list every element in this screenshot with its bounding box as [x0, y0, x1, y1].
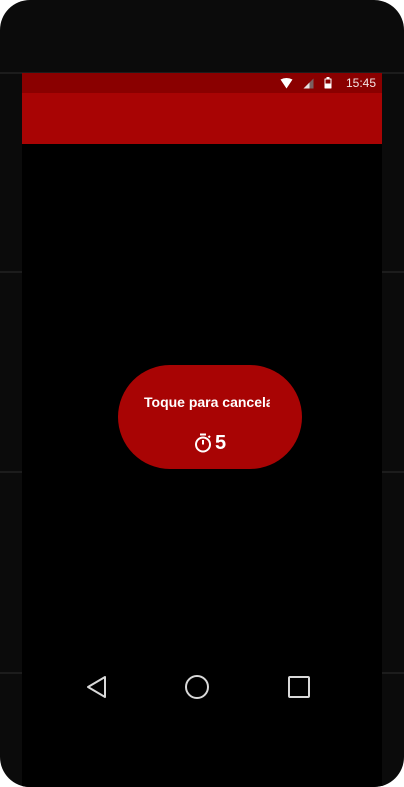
app-toolbar	[22, 93, 382, 144]
device-frame: 15:45 Toque para cancelar 5	[0, 0, 404, 787]
cell-signal-icon	[303, 78, 314, 89]
cancel-label: Toque para cancelar	[144, 394, 270, 410]
back-icon	[86, 675, 108, 699]
navigation-bar	[22, 659, 382, 715]
countdown-timer: 5	[118, 433, 302, 453]
wifi-icon	[280, 77, 293, 89]
status-bar: 15:45	[22, 73, 382, 93]
stopwatch-icon	[194, 433, 212, 453]
status-time: 15:45	[345, 76, 376, 90]
home-icon	[184, 674, 210, 700]
battery-icon	[324, 77, 332, 89]
back-button[interactable]	[73, 659, 121, 715]
screen: 15:45 Toque para cancelar 5	[22, 73, 382, 787]
status-icons: 15:45	[280, 76, 376, 90]
home-button[interactable]	[173, 659, 221, 715]
countdown-value: 5	[214, 432, 227, 454]
cancel-countdown-button[interactable]: Toque para cancelar 5	[118, 365, 302, 469]
recents-icon	[287, 675, 311, 699]
recents-button[interactable]	[275, 659, 323, 715]
